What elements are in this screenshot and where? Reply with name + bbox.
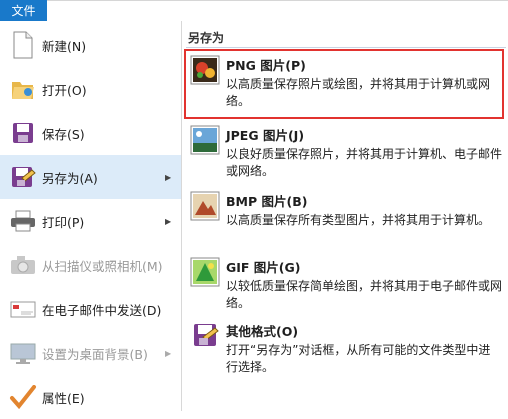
menu-item-label: 打开(O) xyxy=(42,82,87,98)
menu-item-properties[interactable]: 属性(E) xyxy=(0,375,181,419)
menu-item-print[interactable]: 打印(P) ▶ xyxy=(0,199,181,243)
submenu-item-description: 以高质量保存所有类型图片，并将其用于计算机。 xyxy=(226,213,491,227)
submenu-header: 另存为 xyxy=(188,31,225,45)
submenu-arrow-icon: ▶ xyxy=(165,172,172,182)
save-as-gif[interactable]: GIF 图片(G) 以较低质量保存简单绘图，并将其用于电子邮件或网络。 xyxy=(186,253,502,319)
save-as-png[interactable]: PNG 图片(P) 以高质量保存照片或绘图，并将其用于计算机或网络。 xyxy=(184,49,504,119)
png-image-icon xyxy=(190,55,220,85)
menu-item-set-desktop-background: 设置为桌面背景(B) ▶ xyxy=(0,331,181,375)
menu-item-open[interactable]: 打开(O) xyxy=(0,67,181,111)
submenu-item-title: 其他格式(O) xyxy=(226,324,299,339)
submenu-item-title: JPEG 图片(J) xyxy=(226,128,305,143)
open-folder-icon xyxy=(8,74,38,104)
menu-item-label: 打印(P) xyxy=(42,214,85,230)
menu-item-label: 属性(E) xyxy=(42,390,85,406)
submenu-arrow-icon: ▶ xyxy=(165,216,172,226)
jpeg-image-icon xyxy=(190,125,220,155)
new-document-icon xyxy=(8,30,38,60)
submenu-arrow-icon: ▶ xyxy=(165,348,172,358)
save-as-bmp[interactable]: BMP 图片(B) 以高质量保存所有类型图片，并将其用于计算机。 xyxy=(186,187,502,253)
submenu-item-title: PNG 图片(P) xyxy=(226,58,306,73)
scanner-camera-icon xyxy=(8,250,38,280)
menu-item-save[interactable]: 保存(S) xyxy=(0,111,181,155)
bmp-image-icon xyxy=(190,191,220,221)
submenu-header-divider xyxy=(186,47,506,48)
menu-item-label: 设置为桌面背景(B) xyxy=(42,346,148,362)
submenu-item-description: 打开“另存为”对话框，从所有可能的文件类型中进行选择。 xyxy=(226,343,491,374)
save-as-submenu: 另存为 PNG 图片(P) 以高质量保存照片或绘图，并将其用于计算机或网络。 J… xyxy=(182,21,508,411)
gif-image-icon xyxy=(190,257,220,287)
submenu-item-description: 以良好质量保存照片，并将其用于计算机、电子邮件或网络。 xyxy=(226,147,503,178)
properties-check-icon xyxy=(8,382,38,412)
menu-item-label: 新建(N) xyxy=(42,38,87,54)
save-disk-icon xyxy=(8,118,38,148)
submenu-item-description: 以较低质量保存简单绘图，并将其用于电子邮件或网络。 xyxy=(226,279,503,310)
save-as-icon xyxy=(8,162,38,192)
menu-item-save-as[interactable]: 另存为(A) ▶ xyxy=(0,155,181,199)
menu-item-label: 另存为(A) xyxy=(42,170,98,186)
printer-icon xyxy=(8,206,38,236)
menu-item-label: 保存(S) xyxy=(42,126,85,142)
save-as-other-formats[interactable]: 其他格式(O) 打开“另存为”对话框，从所有可能的文件类型中进行选择。 xyxy=(186,317,502,383)
file-menu-left-pane: 新建(N) 打开(O) 保存(S) 另存为(A) ▶ 打印(P) ▶ 从扫描仪或… xyxy=(0,21,182,411)
menu-item-from-scanner: 从扫描仪或照相机(M) xyxy=(0,243,181,287)
menu-item-send-email[interactable]: 在电子邮件中发送(D) xyxy=(0,287,181,331)
menu-item-label: 从扫描仪或照相机(M) xyxy=(42,258,163,274)
desktop-background-icon xyxy=(8,338,38,368)
submenu-item-title: GIF 图片(G) xyxy=(226,260,301,275)
save-as-jpeg[interactable]: JPEG 图片(J) 以良好质量保存照片，并将其用于计算机、电子邮件或网络。 xyxy=(186,121,502,187)
submenu-item-title: BMP 图片(B) xyxy=(226,194,308,209)
email-icon xyxy=(8,294,38,324)
menu-item-label: 在电子邮件中发送(D) xyxy=(42,302,162,318)
other-formats-icon xyxy=(190,321,220,351)
ribbon-border xyxy=(47,0,508,1)
file-tab[interactable]: 文件 xyxy=(0,0,47,21)
submenu-item-description: 以高质量保存照片或绘图，并将其用于计算机或网络。 xyxy=(226,77,491,108)
menu-item-new[interactable]: 新建(N) xyxy=(0,23,181,67)
